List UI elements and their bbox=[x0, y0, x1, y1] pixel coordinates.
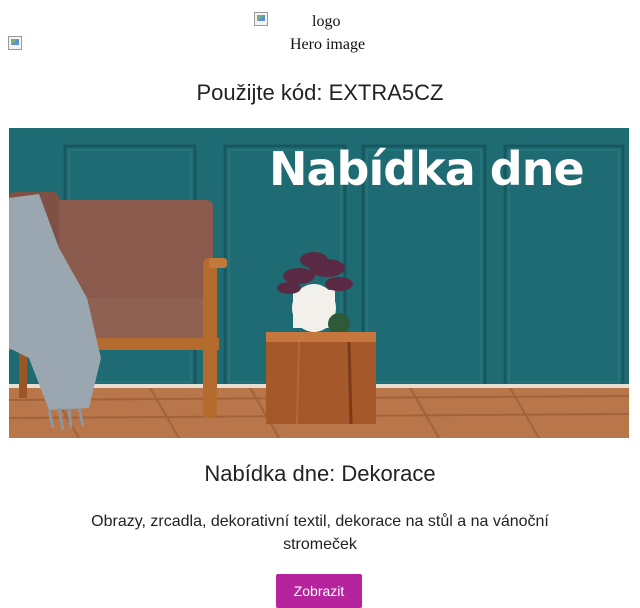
banner-title: Nabídka dne bbox=[269, 142, 585, 196]
offer-title: Nabídka dne: Dekorace bbox=[204, 461, 436, 486]
logo-alt-text: logo bbox=[312, 13, 341, 30]
offer-banner-image[interactable]: Nabídka dne bbox=[9, 128, 629, 438]
logo-image: logo bbox=[254, 10, 340, 31]
broken-image-icon bbox=[254, 12, 268, 26]
hero-alt-text: Hero image bbox=[290, 36, 366, 53]
offer-description: Obrazy, zrcadla, dekorativní textil, dek… bbox=[91, 513, 549, 553]
view-offer-button[interactable]: Zobrazit bbox=[276, 574, 362, 608]
promo-code-text: Použijte kód: EXTRA5CZ bbox=[196, 80, 444, 105]
hero-image bbox=[8, 34, 26, 50]
broken-image-icon bbox=[8, 36, 22, 50]
